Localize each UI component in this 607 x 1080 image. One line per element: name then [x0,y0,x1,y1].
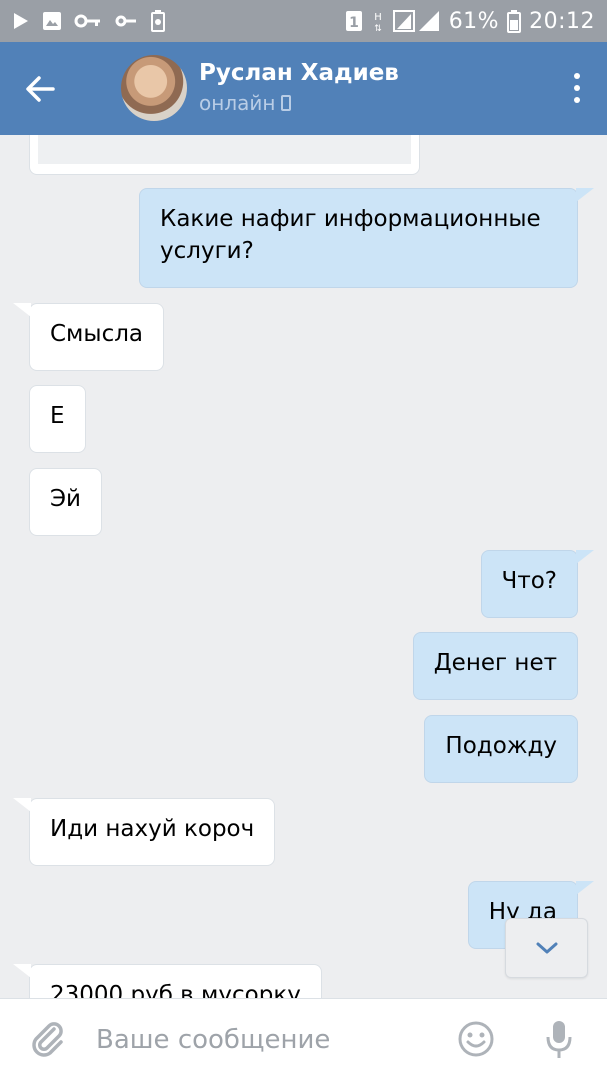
message-outgoing[interactable]: Подожду [424,715,578,783]
message-outgoing[interactable]: Денег нет [412,632,578,700]
scroll-down-button[interactable] [505,918,588,978]
smiley-icon [458,1021,494,1057]
message-incoming[interactable]: Смысла [12,303,165,371]
online-status-text: онлайн [199,91,276,115]
play-icon [12,11,30,31]
signal-h-icon: H ⇅ [371,9,385,33]
message-outgoing[interactable]: Какие нафиг информационные услуги? [139,188,594,288]
signal-bars-icon [392,9,441,33]
message-incoming[interactable]: Эй [29,468,103,536]
microphone-icon [546,1021,572,1058]
paperclip-icon [32,1021,63,1057]
message-text: Эй [50,486,82,512]
emoji-button[interactable] [456,1019,496,1059]
more-menu-button[interactable] [571,70,583,106]
back-button[interactable] [0,42,80,135]
message-text: Е [50,403,65,429]
message-text: 23000 руб в мусорку [50,982,301,998]
svg-text:1: 1 [349,15,359,31]
menu-dot-icon [574,85,580,91]
previous-attachment-card[interactable] [29,135,420,175]
message-input[interactable] [96,1024,436,1055]
image-icon [42,11,62,31]
battery-percent: 61% [448,8,500,34]
message-text: Иди нахуй короч [50,816,255,842]
key-icon [74,11,102,31]
chevron-down-icon [536,942,557,954]
svg-text:⇅: ⇅ [374,24,382,33]
attach-button[interactable] [0,999,96,1080]
arrow-left-icon [26,75,55,102]
message-incoming[interactable]: Е [29,385,86,453]
message-text: услуги? [160,238,254,264]
avatar[interactable] [121,55,187,121]
battery-icon [507,9,522,33]
notification-icons [12,9,166,33]
message-composer [0,998,607,1080]
menu-dot-icon [574,73,580,79]
message-incoming[interactable]: 23000 руб в мусорку [13,964,322,998]
message-incoming[interactable]: Иди нахуй короч [12,798,276,866]
sim-1-icon: 1 [345,10,363,32]
battery-saver-icon [150,9,166,33]
clock: 20:12 [529,8,595,34]
chat-header: Руслан Хадиев онлайн [0,42,607,135]
message-text: Подожду [445,733,557,759]
key-small-icon [114,11,138,31]
attachment-preview [38,135,411,164]
message-text: Денег нет [433,650,557,676]
message-text: Смысла [50,321,144,347]
message-outgoing[interactable]: Что? [480,550,595,618]
menu-dot-icon [574,97,580,103]
contact-info[interactable]: Руслан Хадиев онлайн [199,58,399,118]
message-text: Какие нафиг информационные [160,206,541,232]
message-list[interactable]: Какие нафиг информационные услуги? Смысл… [0,135,607,998]
contact-status: онлайн [199,88,399,118]
status-bar: 1 H ⇅ 61% 20:12 [0,0,607,42]
mobile-phone-icon [281,95,292,111]
voice-message-button[interactable] [543,1019,575,1061]
contact-name: Руслан Хадиев [199,60,399,86]
message-text: Что? [501,568,557,594]
svg-text:H: H [374,12,382,23]
